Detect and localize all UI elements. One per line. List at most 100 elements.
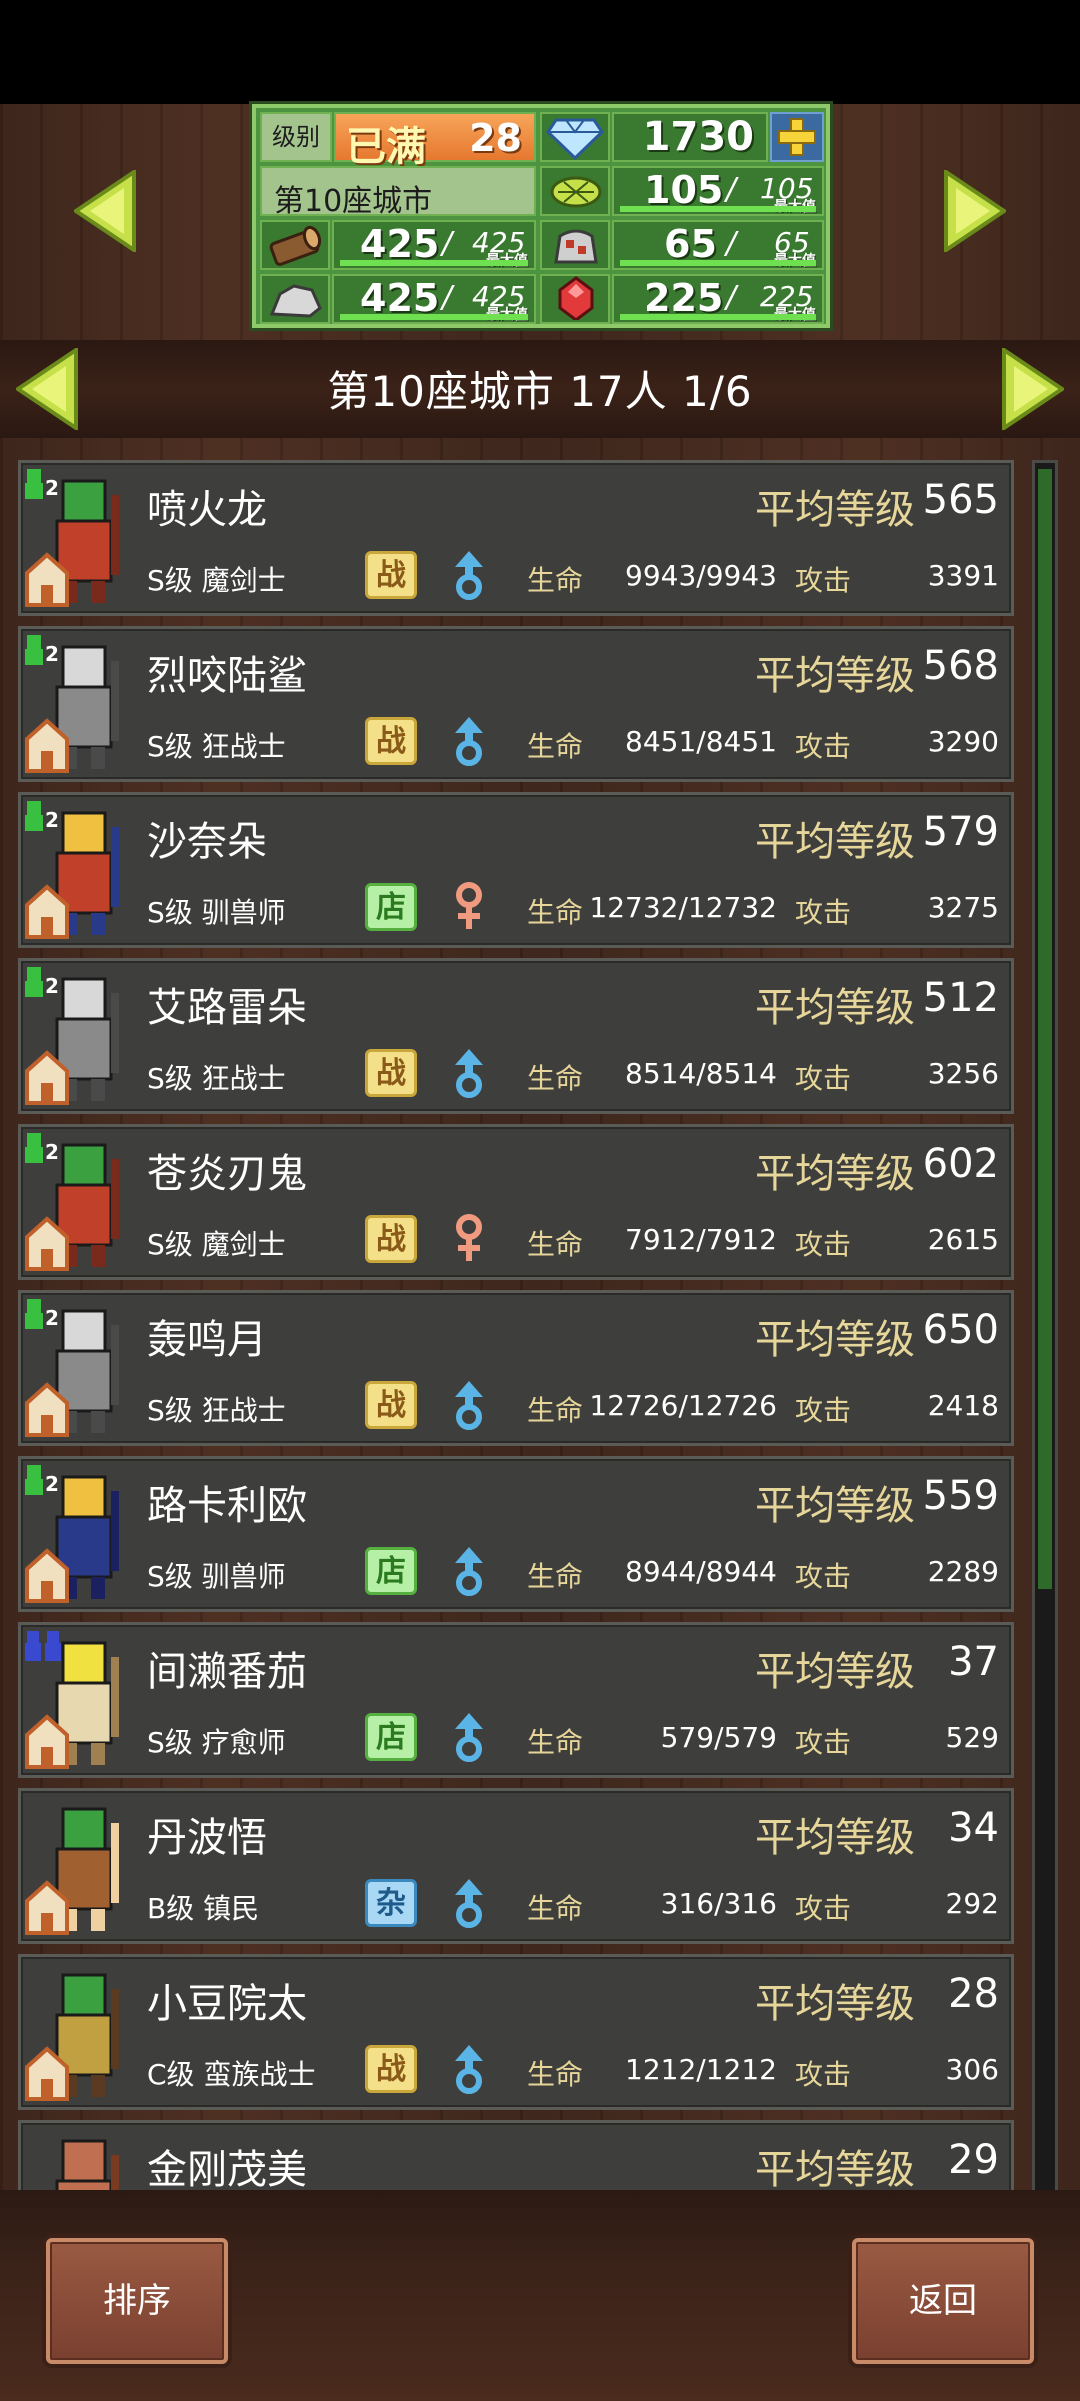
resident-list[interactable]: 2 喷火龙 平均等级 565 S级 魔剑士战生命 9943/9943 攻击 3391 2 烈咬陆鲨… [18, 460, 1014, 2190]
resident-class: S级 魔剑士 [147, 564, 286, 597]
male-icon [455, 1381, 483, 1430]
resident-row[interactable]: 2 路卡利欧 平均等级 559 S级 驯兽师 店 生命 8944/8944 攻击 2289 [18, 1456, 1014, 1612]
hp-value: 8514/8514 [625, 1057, 777, 1090]
wood-cell: 425 / 425 最大值 [332, 220, 536, 270]
atk-label: 攻击 [795, 2058, 852, 2091]
prev-city-arrow-icon[interactable] [16, 348, 78, 430]
rank-up-icon: 2 [25, 1465, 59, 1496]
male-icon [455, 1547, 483, 1596]
hp-value: 1212/1212 [625, 2053, 777, 2086]
hp-label: 生命 [527, 1892, 584, 1925]
stone-bar [340, 314, 528, 320]
rank-up-icon: 2 [25, 1299, 59, 1330]
status-bar [0, 0, 1080, 104]
scrollbar[interactable] [1032, 460, 1058, 2194]
stone-slash: / [442, 280, 453, 315]
resident-name: 艾路雷朵 [147, 985, 307, 1031]
resident-row[interactable]: 小豆院太 平均等级 28 C级 蛮族战士 战 生命 1212/1212 攻击 306 [18, 1954, 1014, 2110]
resident-avatar [25, 1973, 119, 2101]
avg-level-label: 平均等级 [755, 819, 915, 865]
resident-name: 烈咬陆鲨 [147, 653, 307, 699]
city-name-cell: 第10座城市 [260, 166, 536, 219]
atk-value: 3256 [927, 1057, 999, 1090]
city-title: 第10座城市 17人 1/6 [327, 367, 753, 416]
resident-row[interactable]: 2 苍炎刃鬼 平均等级 602 S级 魔剑士 战 生命 7912/7912 攻击 2615 [18, 1124, 1014, 1280]
resident-row[interactable]: 金刚茂美 平均等级 29 [18, 2120, 1014, 2190]
hp-label: 生命 [527, 564, 584, 597]
wood-slash: / [442, 226, 453, 261]
atk-label: 攻击 [795, 896, 852, 929]
sort-button[interactable]: 排序 [46, 2238, 228, 2364]
resident-row[interactable]: 2 轰鸣月 平均等级 650 S级 狂战士 战 生命 12726/12726 攻击 2418 [18, 1290, 1014, 1446]
job-badge: 战 [365, 1215, 417, 1263]
wood-bar [340, 260, 528, 266]
resident-row[interactable]: 2 沙奈朵 平均等级 579 S级 驯兽师 店 生命 12732/12732 攻击 3275 [18, 792, 1014, 948]
resident-avatar [25, 1807, 119, 1935]
add-gems-button[interactable] [770, 112, 824, 162]
stone-icon [269, 284, 322, 318]
avg-level-label: 平均等级 [755, 653, 915, 699]
next-city-arrow-icon[interactable] [1002, 348, 1064, 430]
gem-icon-cell [540, 112, 610, 162]
atk-value: 292 [945, 1887, 999, 1920]
avg-level-value: 579 [922, 809, 999, 855]
resident-class: S级 疗愈师 [147, 1726, 286, 1759]
rank-up-icon: 2 [25, 635, 59, 666]
resident-class: S级 驯兽师 [147, 896, 286, 929]
resident-name: 小豆院太 [147, 1981, 307, 2027]
avg-level-value: 559 [922, 1473, 999, 1519]
avg-level-label: 平均等级 [755, 1981, 915, 2027]
job-badge: 店 [365, 1713, 417, 1761]
rank-up-icon: 2 [25, 801, 59, 832]
prev-page-arrow-icon[interactable] [74, 170, 136, 252]
resident-row[interactable]: 2 喷火龙 平均等级 565 S级 魔剑士 战 生命 9943/9943 攻击 3391 [18, 460, 1014, 616]
food-slash: / [726, 172, 737, 207]
hp-label: 生命 [527, 1394, 584, 1427]
male-icon [455, 717, 483, 766]
scrollbar-thumb[interactable] [1038, 469, 1052, 1589]
atk-label: 攻击 [795, 1062, 852, 1095]
atk-value: 306 [945, 2053, 999, 2086]
hp-value: 8944/8944 [625, 1555, 777, 1588]
avg-level-label: 平均等级 [755, 487, 915, 533]
hp-label: 生命 [527, 896, 584, 929]
diamond-icon [546, 118, 604, 160]
job-badge: 店 [365, 883, 417, 931]
level-label: 级别 [272, 123, 320, 151]
rank-up-icon: 2 [25, 1133, 59, 1164]
resident-name: 间濑番茄 [147, 1649, 307, 1695]
crystal-slash: / [726, 280, 737, 315]
wheat-icon [550, 176, 602, 208]
gem-count-cell: 1730 [612, 112, 768, 162]
resident-row[interactable]: 2 艾路雷朵 平均等级 512 S级 狂战士 战 生命 8514/8514 攻击 3256 [18, 958, 1014, 1114]
resident-name: 苍炎刃鬼 [147, 1151, 307, 1197]
hp-label: 生命 [527, 1726, 584, 1759]
plus-icon [778, 118, 816, 156]
resident-row[interactable]: 2 烈咬陆鲨 平均等级 568 S级 狂战士 战 生命 8451/8451 攻击 3290 [18, 626, 1014, 782]
atk-label: 攻击 [795, 1726, 852, 1759]
ore-slash: / [726, 226, 737, 261]
avg-level-value: 602 [922, 1141, 999, 1187]
job-badge: 战 [365, 717, 417, 765]
female-icon [456, 882, 482, 929]
hp-label: 生命 [527, 2058, 584, 2091]
next-page-arrow-icon[interactable] [944, 170, 1006, 252]
avg-level-label: 平均等级 [755, 1317, 915, 1363]
hp-value: 579/579 [660, 1721, 777, 1754]
female-icon [456, 1214, 482, 1261]
svg-text:2: 2 [45, 1140, 59, 1164]
resident-row[interactable]: 间濑番茄 平均等级 37 S级 疗愈师 店 生命 579/579 攻击 529 [18, 1622, 1014, 1778]
hp-value: 8451/8451 [625, 725, 777, 758]
back-button[interactable]: 返回 [852, 2238, 1034, 2364]
job-badge: 战 [365, 551, 417, 599]
hp-value: 7912/7912 [625, 1223, 777, 1256]
resident-name: 喷火龙 [147, 487, 267, 533]
level-cell: 已满 28 [334, 112, 536, 170]
resource-panel: 级别 已满 28 1730 第10座城市 105 / 105 425 / 425… [252, 104, 830, 328]
male-icon [455, 2045, 483, 2094]
atk-value: 2615 [927, 1223, 999, 1256]
city-name: 第10座城市 [274, 184, 433, 219]
resident-row[interactable]: 丹波悟 平均等级 34 B级 镇民 杂 生命 316/316 攻击 292 [18, 1788, 1014, 1944]
job-badge: 战 [365, 1049, 417, 1097]
stone-icon-cell [260, 274, 330, 324]
